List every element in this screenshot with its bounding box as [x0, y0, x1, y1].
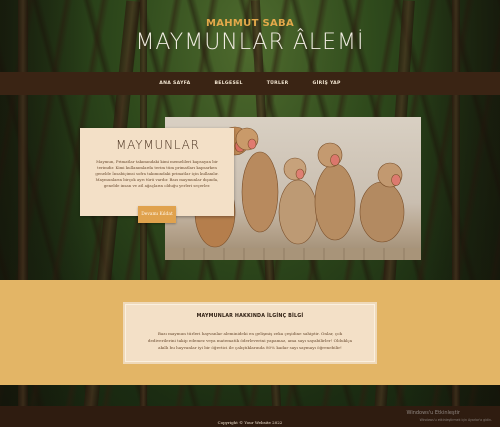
nav-item-documentary[interactable]: BELGESEL [202, 81, 254, 86]
main-nav: ANA SAYFA BELGESEL TÜRLER GİRİŞ YAP [0, 72, 500, 95]
info-section: MAYMUNLAR HAKKINDA İLGİNÇ BİLGİ Bazı may… [0, 280, 500, 385]
site-header: MAHMUT SABA MAYMUNLAR ÂLEMİ [0, 0, 500, 72]
info-box: MAYMUNLAR HAKKINDA İLGİNÇ BİLGİ Bazı may… [125, 304, 375, 362]
nav-item-home[interactable]: ANA SAYFA [147, 81, 202, 86]
card-title: MAYMUNLAR [116, 138, 200, 152]
nav-item-login[interactable]: GİRİŞ YAP [301, 81, 353, 86]
activation-watermark-title: Windows'u Etkinleştir [406, 410, 460, 416]
read-more-button[interactable]: Devamı Kıldat [138, 206, 176, 223]
site-name: MAHMUT SABA [205, 18, 295, 29]
info-text: Bazı maymun türleri hayvanlar aleminidek… [147, 331, 353, 350]
nav-item-species[interactable]: TÜRLER [255, 81, 301, 86]
card-text: Maymun, Primatlar takımındaki kimi memel… [95, 159, 219, 188]
site-title: MAYMUNLAR ÂLEMİ [135, 30, 365, 55]
stone-wall [165, 248, 421, 260]
intro-card: MAYMUNLAR Maymun, Primatlar takımındaki … [80, 128, 234, 216]
info-title: MAYMUNLAR HAKKINDA İLGİNÇ BİLGİ [196, 314, 304, 319]
activation-watermark-subtitle: Windows'u etkinleştirmek için Ayarlar'a … [419, 418, 492, 422]
